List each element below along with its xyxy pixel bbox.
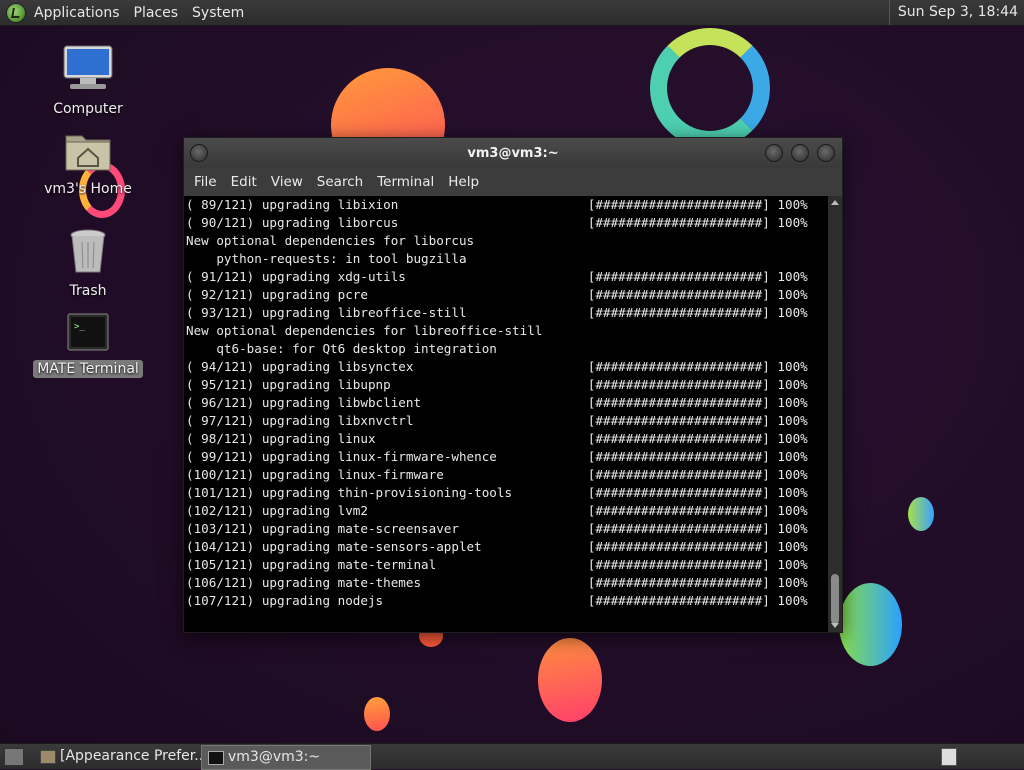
terminal-line: ( 98/121) upgrading linux [#############…	[186, 431, 808, 446]
desktop-icon-trash[interactable]: Trash	[33, 228, 143, 300]
decor-ring	[650, 28, 770, 148]
menu-places[interactable]: Places	[134, 5, 179, 21]
decor-small-orange	[364, 697, 390, 731]
top-panel: Applications Places System Sun Sep 3, 18…	[0, 0, 1024, 26]
trash-icon	[70, 229, 106, 273]
desktop-icon-label: MATE Terminal	[33, 360, 143, 378]
home-folder-icon	[65, 135, 111, 171]
terminal-menubar: File Edit View Search Terminal Help	[184, 168, 842, 196]
terminal-line: ( 92/121) upgrading pcre [##############…	[186, 287, 808, 302]
terminal-output[interactable]: ( 89/121) upgrading libixion [##########…	[184, 196, 828, 632]
desktop-icon-label: vm3's Home	[44, 181, 132, 197]
terminal-line: New optional dependencies for libreoffic…	[186, 323, 543, 338]
task-terminal[interactable]: vm3@vm3:~	[201, 745, 371, 770]
terminal-line: ( 93/121) upgrading libreoffice-still [#…	[186, 305, 808, 320]
close-button[interactable]	[817, 144, 835, 162]
show-desktop-icon[interactable]	[4, 748, 24, 766]
window-titlebar[interactable]: vm3@vm3:~	[184, 138, 842, 168]
computer-icon	[63, 45, 113, 89]
window-title: vm3@vm3:~	[467, 146, 559, 161]
terminal-line: (106/121) upgrading mate-themes [#######…	[186, 575, 808, 590]
terminal-line: (101/121) upgrading thin-provisioning-to…	[186, 485, 808, 500]
desktop-icon-label: Computer	[53, 101, 123, 117]
mate-logo-icon[interactable]	[6, 2, 26, 23]
clock[interactable]: Sun Sep 3, 18:44	[888, 0, 1024, 25]
terminal-window[interactable]: vm3@vm3:~ File Edit View Search Terminal…	[183, 137, 843, 633]
terminal-line: (107/121) upgrading nodejs [############…	[186, 593, 808, 608]
terminal-line: (102/121) upgrading lvm2 [##############…	[186, 503, 808, 518]
desktop-icon-computer[interactable]: Computer	[33, 44, 143, 118]
svg-text:>_: >_	[74, 322, 85, 332]
terminal-icon: >_	[67, 313, 109, 351]
menu-search[interactable]: Search	[317, 174, 363, 190]
terminal-line: ( 96/121) upgrading libwbclient [#######…	[186, 395, 808, 410]
decor-small-green-oval	[908, 497, 934, 531]
terminal-icon	[208, 751, 224, 765]
bottom-panel: [Appearance Prefer... vm3@vm3:~	[0, 743, 1024, 770]
terminal-line: (103/121) upgrading mate-screensaver [##…	[186, 521, 808, 536]
menu-edit[interactable]: Edit	[231, 174, 257, 190]
desktop-icon-terminal[interactable]: >_ MATE Terminal	[33, 312, 143, 378]
terminal-scrollbar[interactable]	[828, 196, 842, 632]
maximize-button[interactable]	[791, 144, 809, 162]
task-appearance[interactable]: [Appearance Prefer...	[34, 745, 222, 768]
terminal-line: (100/121) upgrading linux-firmware [####…	[186, 467, 808, 482]
menu-file[interactable]: File	[194, 174, 217, 190]
terminal-line: New optional dependencies for liborcus	[186, 233, 475, 248]
workspace-switcher[interactable]	[941, 748, 957, 766]
appearance-icon	[40, 750, 56, 764]
terminal-line: ( 97/121) upgrading libxnvctrl [########…	[186, 413, 808, 428]
terminal-line: (104/121) upgrading mate-sensors-applet …	[186, 539, 808, 554]
desktop-icon-label: Trash	[69, 283, 107, 299]
task-label: vm3@vm3:~	[228, 749, 321, 765]
menu-view[interactable]: View	[271, 174, 303, 190]
desktop-icon-home[interactable]: vm3's Home	[33, 128, 143, 198]
terminal-line: qt6-base: for Qt6 desktop integration	[186, 341, 497, 356]
terminal-line: python-requests: in tool bugzilla	[186, 251, 467, 266]
scrollbar-thumb[interactable]	[831, 574, 839, 624]
menu-system[interactable]: System	[192, 5, 244, 21]
menu-help[interactable]: Help	[448, 174, 479, 190]
task-label: [Appearance Prefer...	[60, 748, 208, 764]
terminal-line: ( 91/121) upgrading xdg-utils [#########…	[186, 269, 808, 284]
menu-applications[interactable]: Applications	[34, 5, 120, 21]
terminal-line: ( 89/121) upgrading libixion [##########…	[186, 197, 808, 212]
terminal-line: ( 99/121) upgrading linux-firmware-whenc…	[186, 449, 808, 464]
decor-green-blue-oval	[839, 583, 902, 666]
scroll-up-icon[interactable]	[831, 200, 839, 205]
terminal-line: ( 95/121) upgrading libupnp [###########…	[186, 377, 808, 392]
terminal-line: ( 90/121) upgrading liborcus [##########…	[186, 215, 808, 230]
menu-terminal[interactable]: Terminal	[377, 174, 434, 190]
scroll-down-icon[interactable]	[831, 623, 839, 628]
terminal-line: ( 94/121) upgrading libsynctex [########…	[186, 359, 808, 374]
decor-orange-oval	[538, 638, 602, 722]
terminal-line: (105/121) upgrading mate-terminal [#####…	[186, 557, 808, 572]
minimize-button[interactable]	[765, 144, 783, 162]
